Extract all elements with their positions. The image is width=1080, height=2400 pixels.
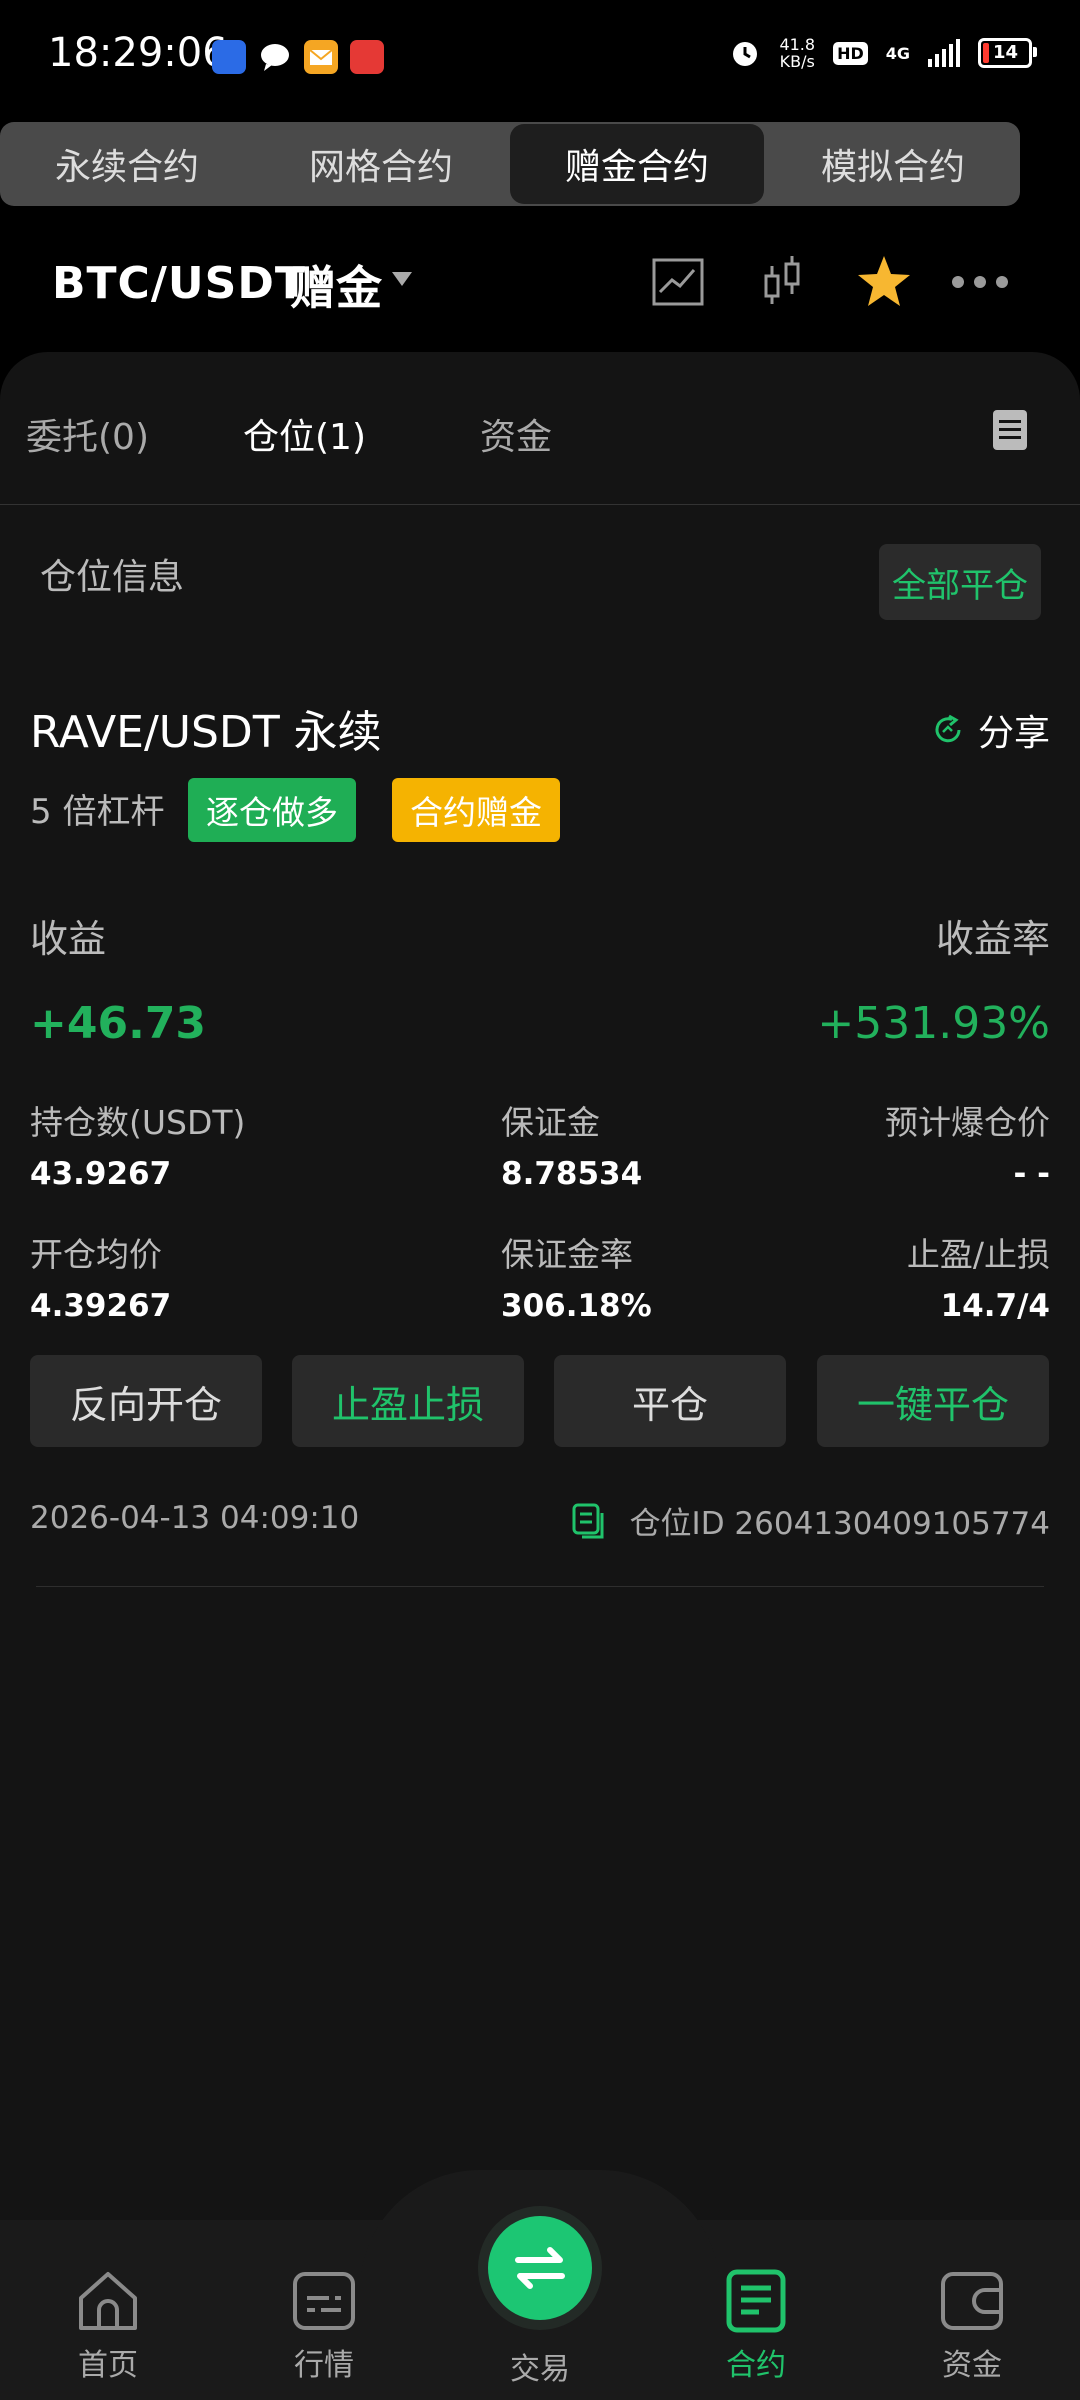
hd-badge: HD bbox=[833, 41, 868, 65]
pair-header: BTC/USDT 赠金 bbox=[0, 228, 1080, 338]
size-value: 43.9267 bbox=[30, 1156, 172, 1192]
trade-label: 交易 bbox=[510, 2352, 570, 2387]
line-chart-icon[interactable] bbox=[648, 252, 708, 312]
home-icon bbox=[79, 2272, 137, 2330]
panel-tabs: 委托(0) 仓位(1) 资金 bbox=[0, 352, 1080, 505]
position-panel: 委托(0) 仓位(1) 资金 仓位信息 全部平仓 RAVE/USDT 永续 分享… bbox=[0, 352, 1080, 2222]
mail-icon bbox=[304, 40, 338, 74]
pnl-value: +46.73 bbox=[30, 998, 207, 1049]
status-bar: 18:29:06 41.8 KB/s HD 4G 14 bbox=[0, 0, 1080, 112]
candlestick-icon[interactable] bbox=[752, 252, 812, 312]
swap-icon bbox=[515, 2247, 565, 2289]
contract-icon bbox=[726, 2269, 786, 2333]
status-indicators: 41.8 KB/s HD 4G 14 bbox=[729, 35, 1037, 71]
section-title: 仓位信息 bbox=[40, 557, 185, 598]
margin-rate-value: 306.18% bbox=[501, 1288, 652, 1324]
open-time: 2026-04-13 04:09:10 bbox=[30, 1500, 360, 1536]
alipay-icon bbox=[212, 40, 246, 74]
trade-button[interactable] bbox=[488, 2216, 592, 2320]
share-label: 分享 bbox=[977, 713, 1050, 754]
one-click-close-button[interactable]: 一键平仓 bbox=[817, 1355, 1049, 1447]
margin-value: 8.78534 bbox=[501, 1156, 643, 1192]
copy-icon[interactable] bbox=[570, 1501, 610, 1541]
contract-tabs: 永续合约 网格合约 赠金合约 模拟合约 bbox=[0, 122, 1020, 206]
tab-grid[interactable]: 网格合约 bbox=[254, 122, 508, 206]
tpsl-value: 14.7/4 bbox=[940, 1288, 1050, 1324]
tab-funds[interactable]: 资金 bbox=[480, 408, 552, 460]
liq-value: - - bbox=[1013, 1156, 1050, 1192]
entry-label: 开仓均价 bbox=[30, 1235, 162, 1274]
margin-rate-label: 保证金率 bbox=[501, 1235, 633, 1274]
share-icon bbox=[935, 714, 961, 743]
tab-positions[interactable]: 仓位(1) bbox=[243, 408, 366, 460]
entry-value: 4.39267 bbox=[30, 1288, 172, 1324]
network-type: 4G bbox=[885, 43, 910, 63]
tab-orders[interactable]: 委托(0) bbox=[26, 408, 149, 460]
pair-name[interactable]: BTC/USDT bbox=[52, 258, 306, 309]
nav-assets[interactable]: 资金 bbox=[902, 2266, 1042, 2384]
wallet-icon bbox=[941, 2272, 1003, 2330]
clock: 18:29:06 bbox=[48, 30, 228, 76]
net-speed: 41.8 KB/s bbox=[779, 35, 816, 71]
bottom-nav: 首页 行情 交易 合约 资金 bbox=[0, 2170, 1080, 2400]
close-all-button[interactable]: 全部平仓 bbox=[879, 544, 1041, 620]
pair-suffix[interactable]: 赠金 bbox=[290, 252, 382, 318]
nav-home[interactable]: 首页 bbox=[38, 2266, 178, 2384]
reverse-open-button[interactable]: 反向开仓 bbox=[30, 1355, 262, 1447]
nav-market[interactable]: 行情 bbox=[254, 2266, 394, 2384]
position-id[interactable]: 仓位ID 2604130409105774 bbox=[570, 1498, 1050, 1543]
position-id-text: 仓位ID 2604130409105774 bbox=[629, 1506, 1050, 1542]
tab-bonus[interactable]: 赠金合约 bbox=[510, 124, 764, 204]
liq-label: 预计爆仓价 bbox=[885, 1103, 1050, 1142]
tab-demo[interactable]: 模拟合约 bbox=[766, 122, 1020, 206]
size-label: 持仓数(USDT) bbox=[30, 1103, 246, 1142]
position-symbol[interactable]: RAVE/USDT 永续 bbox=[30, 696, 382, 760]
nav-contract[interactable]: 合约 bbox=[686, 2266, 826, 2384]
tpsl-label: 止盈/止损 bbox=[906, 1235, 1050, 1274]
leverage: 5 倍杠杆 bbox=[30, 792, 165, 832]
more-icon[interactable] bbox=[950, 252, 1010, 312]
roe-label: 收益率 bbox=[935, 917, 1050, 961]
shop-icon bbox=[350, 40, 384, 74]
market-icon bbox=[293, 2272, 355, 2330]
document-icon[interactable] bbox=[993, 410, 1027, 450]
tpsl-button[interactable]: 止盈止损 bbox=[292, 1355, 524, 1447]
chevron-down-icon[interactable] bbox=[392, 272, 412, 286]
message-icon bbox=[258, 40, 292, 74]
alarm-icon bbox=[733, 42, 758, 66]
side-tag: 逐仓做多 bbox=[188, 778, 356, 842]
battery-icon: 14 bbox=[978, 38, 1037, 68]
margin-label: 保证金 bbox=[501, 1103, 600, 1142]
bonus-tag: 合约赠金 bbox=[392, 778, 560, 842]
pnl-label: 收益 bbox=[30, 917, 107, 961]
divider bbox=[36, 1586, 1044, 1587]
star-icon[interactable] bbox=[854, 252, 914, 312]
close-position-button[interactable]: 平仓 bbox=[554, 1355, 786, 1447]
tab-perpetual[interactable]: 永续合约 bbox=[0, 122, 254, 206]
roe-value: +531.93% bbox=[817, 998, 1050, 1049]
share-button[interactable]: 分享 bbox=[932, 704, 1050, 756]
signal-icon bbox=[928, 39, 960, 67]
